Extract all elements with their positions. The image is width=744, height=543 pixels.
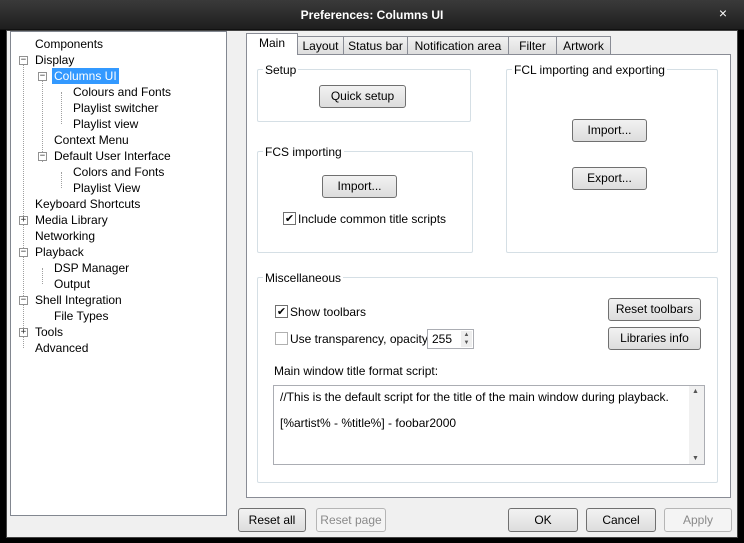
- preferences-tree[interactable]: Components − Display − Columns UI Colour…: [10, 31, 227, 516]
- tab-main[interactable]: Main: [246, 33, 298, 55]
- tree-item-dsp-manager[interactable]: DSP Manager: [52, 260, 131, 276]
- collapse-icon[interactable]: −: [19, 296, 28, 305]
- title-format-script-textarea[interactable]: //This is the default script for the tit…: [273, 385, 705, 465]
- tree-item-shell-integration[interactable]: Shell Integration: [33, 292, 124, 308]
- tab-layout[interactable]: Layout: [297, 36, 344, 55]
- tree-item-components[interactable]: Components: [33, 36, 105, 52]
- use-transparency-label[interactable]: Use transparency, opacity: [290, 332, 428, 346]
- collapse-icon[interactable]: −: [19, 248, 28, 257]
- opacity-value[interactable]: 255: [432, 332, 452, 346]
- scrollbar[interactable]: ▲ ▼: [689, 386, 704, 464]
- fcl-export-button[interactable]: Export...: [572, 167, 647, 190]
- tree-item-networking[interactable]: Networking: [33, 228, 97, 244]
- tree-item-playlist-view-dui[interactable]: Playlist View: [71, 180, 142, 196]
- tree-item-columns-ui[interactable]: Columns UI: [52, 68, 119, 84]
- tree-item-media-library[interactable]: Media Library: [33, 212, 110, 228]
- tree-item-output[interactable]: Output: [52, 276, 92, 292]
- fcs-group: [257, 151, 473, 253]
- include-title-scripts-checkbox[interactable]: ✔: [283, 212, 296, 225]
- script-line-1: //This is the default script for the tit…: [280, 390, 669, 404]
- tree-item-display[interactable]: Display: [33, 52, 76, 68]
- tab-notification-area[interactable]: Notification area: [407, 36, 509, 55]
- title-format-label: Main window title format script:: [274, 364, 439, 378]
- tab-panel-main: Setup Quick setup FCL importing and expo…: [246, 54, 731, 498]
- fcl-group: [506, 69, 718, 253]
- apply-button[interactable]: Apply: [664, 508, 732, 532]
- expand-icon[interactable]: +: [19, 216, 28, 225]
- script-line-2: [%artist% - %title%] - foobar2000: [280, 416, 457, 430]
- tree-item-keyboard-shortcuts[interactable]: Keyboard Shortcuts: [33, 196, 142, 212]
- show-toolbars-checkbox[interactable]: ✔: [275, 305, 288, 318]
- show-toolbars-label[interactable]: Show toolbars: [290, 305, 366, 319]
- tree-item-playlist-switcher[interactable]: Playlist switcher: [71, 100, 160, 116]
- tree-item-default-user-interface[interactable]: Default User Interface: [52, 148, 173, 164]
- tab-artwork[interactable]: Artwork: [556, 36, 611, 55]
- tree-item-playback[interactable]: Playback: [33, 244, 86, 260]
- fcl-legend: FCL importing and exporting: [512, 63, 667, 77]
- libraries-info-button[interactable]: Libraries info: [608, 327, 701, 350]
- fcl-import-button[interactable]: Import...: [572, 119, 647, 142]
- scroll-down-icon[interactable]: ▼: [692, 455, 699, 462]
- setup-legend: Setup: [263, 63, 299, 77]
- ok-button[interactable]: OK: [508, 508, 578, 532]
- reset-toolbars-button[interactable]: Reset toolbars: [608, 298, 701, 321]
- reset-all-button[interactable]: Reset all: [238, 508, 306, 532]
- close-icon[interactable]: ×: [712, 4, 734, 22]
- spin-up-icon[interactable]: ▲: [461, 331, 472, 339]
- opacity-stepper[interactable]: 255 ▲ ▼: [427, 329, 474, 349]
- tree-item-advanced[interactable]: Advanced: [33, 340, 90, 356]
- collapse-icon[interactable]: −: [38, 152, 47, 161]
- use-transparency-checkbox[interactable]: [275, 332, 288, 345]
- fcs-legend: FCS importing: [263, 145, 344, 159]
- tree-item-context-menu[interactable]: Context Menu: [52, 132, 131, 148]
- expand-icon[interactable]: +: [19, 328, 28, 337]
- spin-down-icon[interactable]: ▼: [461, 339, 472, 347]
- misc-legend: Miscellaneous: [263, 271, 344, 285]
- tree-item-playlist-view[interactable]: Playlist view: [71, 116, 140, 132]
- collapse-icon[interactable]: −: [38, 72, 47, 81]
- tree-item-colors-and-fonts[interactable]: Colors and Fonts: [71, 164, 166, 180]
- tree-item-colours-and-fonts[interactable]: Colours and Fonts: [71, 84, 173, 100]
- scroll-up-icon[interactable]: ▲: [692, 388, 699, 395]
- window-title: Preferences: Columns UI: [300, 8, 444, 22]
- include-title-scripts-label[interactable]: Include common title scripts: [298, 212, 446, 226]
- cancel-button[interactable]: Cancel: [586, 508, 656, 532]
- tree-item-file-types[interactable]: File Types: [52, 308, 110, 324]
- tab-status-bar[interactable]: Status bar: [343, 36, 408, 55]
- tab-filter[interactable]: Filter: [508, 36, 557, 55]
- tree-item-tools[interactable]: Tools: [33, 324, 65, 340]
- quick-setup-button[interactable]: Quick setup: [319, 85, 406, 108]
- collapse-icon[interactable]: −: [19, 56, 28, 65]
- reset-page-button[interactable]: Reset page: [316, 508, 386, 532]
- fcs-import-button[interactable]: Import...: [322, 175, 397, 198]
